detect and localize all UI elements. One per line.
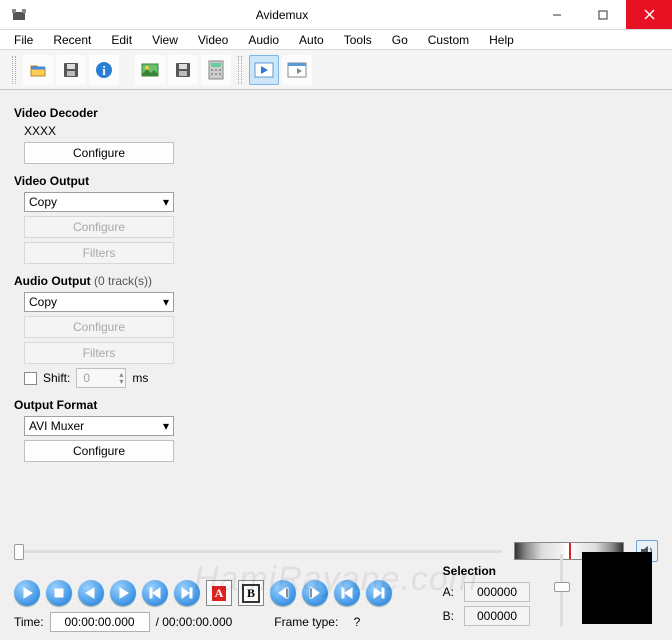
- shift-checkbox[interactable]: [24, 372, 37, 385]
- output-format-title: Output Format: [14, 398, 183, 412]
- frametype-label: Frame type:: [274, 615, 338, 629]
- decoder-configure-button[interactable]: Configure: [24, 142, 174, 164]
- selection-title: Selection: [443, 564, 530, 578]
- menu-video[interactable]: Video: [190, 31, 236, 49]
- save-icon[interactable]: [56, 55, 86, 85]
- video-decoder-title: Video Decoder: [14, 106, 183, 120]
- go-start-button[interactable]: [334, 580, 360, 606]
- chevron-down-icon: ▾: [163, 419, 169, 433]
- window-title: Avidemux: [30, 8, 534, 22]
- audio-output-label: Audio Output: [14, 274, 91, 288]
- selection-b-value: 000000: [464, 606, 530, 626]
- open-file-icon[interactable]: [23, 55, 53, 85]
- video-configure-button: Configure: [24, 216, 174, 238]
- toolbar-grip[interactable]: [12, 56, 16, 84]
- prev-black-button[interactable]: [270, 580, 296, 606]
- output-format-value: AVI Muxer: [29, 419, 84, 433]
- scrubber-thumb[interactable]: [14, 544, 24, 560]
- maximize-button[interactable]: [580, 0, 626, 29]
- scrubber-track[interactable]: [14, 550, 502, 553]
- menu-go[interactable]: Go: [384, 31, 416, 49]
- decoder-codec-value: XXXX: [24, 124, 183, 138]
- window-list-icon[interactable]: [282, 55, 312, 85]
- titlebar: Avidemux: [0, 0, 672, 30]
- volume-slider[interactable]: [552, 554, 570, 626]
- mark-a-button[interactable]: A: [206, 580, 232, 606]
- mark-b-button[interactable]: B: [238, 580, 264, 606]
- menu-auto[interactable]: Auto: [291, 31, 332, 49]
- menu-audio[interactable]: Audio: [240, 31, 287, 49]
- video-output-select[interactable]: Copy ▾: [24, 192, 174, 212]
- selection-a-value: 000000: [464, 582, 530, 602]
- selection-b-label: B:: [443, 609, 454, 623]
- save-alt-icon[interactable]: [168, 55, 198, 85]
- bottom-controls: A B Time: 00:00:00.000 / 00:00:00.000 Fr…: [14, 540, 658, 632]
- menu-help[interactable]: Help: [481, 31, 522, 49]
- chevron-down-icon: ▾: [163, 195, 169, 209]
- video-output-title: Video Output: [14, 174, 183, 188]
- next-black-button[interactable]: [302, 580, 328, 606]
- shift-row: Shift: 0 ▴▾ ms: [24, 368, 183, 388]
- menubar: File Recent Edit View Video Audio Auto T…: [0, 30, 672, 50]
- content-area: Video Decoder XXXX Configure Video Outpu…: [0, 90, 672, 640]
- minimize-button[interactable]: [534, 0, 580, 29]
- time-label: Time:: [14, 615, 44, 629]
- menu-tools[interactable]: Tools: [336, 31, 380, 49]
- output-format-select[interactable]: AVI Muxer ▾: [24, 416, 174, 436]
- info-icon[interactable]: i: [89, 55, 119, 85]
- video-output-value: Copy: [29, 195, 57, 209]
- picture-icon[interactable]: [135, 55, 165, 85]
- app-icon: [8, 4, 30, 26]
- frametype-value: ?: [354, 615, 361, 629]
- time-total: / 00:00:00.000: [156, 615, 233, 629]
- shift-label: Shift:: [43, 371, 70, 385]
- selection-a-label: A:: [443, 585, 454, 599]
- audio-configure-button: Configure: [24, 316, 174, 338]
- menu-custom[interactable]: Custom: [420, 31, 477, 49]
- next-frame-button[interactable]: [110, 580, 136, 606]
- spin-arrows-icon: ▴▾: [119, 371, 123, 385]
- prev-keyframe-button[interactable]: [142, 580, 168, 606]
- menu-view[interactable]: View: [144, 31, 186, 49]
- menu-recent[interactable]: Recent: [45, 31, 99, 49]
- chevron-down-icon: ▾: [163, 295, 169, 309]
- shift-value: 0: [83, 371, 90, 385]
- volume-thumb[interactable]: [554, 582, 570, 592]
- shift-spinner[interactable]: 0 ▴▾: [76, 368, 126, 388]
- play-button[interactable]: [14, 580, 40, 606]
- menu-edit[interactable]: Edit: [103, 31, 140, 49]
- stop-button[interactable]: [46, 580, 72, 606]
- go-end-button[interactable]: [366, 580, 392, 606]
- audio-tracks-count: (0 track(s)): [94, 274, 152, 288]
- svg-text:i: i: [102, 63, 106, 78]
- toolbar-grip-2[interactable]: [238, 56, 242, 84]
- next-keyframe-button[interactable]: [174, 580, 200, 606]
- selection-block: Selection A: 000000 B: 000000: [443, 564, 530, 630]
- prev-frame-button[interactable]: [78, 580, 104, 606]
- toolbar: i: [0, 50, 672, 90]
- audio-filters-button: Filters: [24, 342, 174, 364]
- time-input[interactable]: 00:00:00.000: [50, 612, 150, 632]
- play-window-icon[interactable]: [249, 55, 279, 85]
- shift-unit: ms: [132, 371, 148, 385]
- format-configure-button[interactable]: Configure: [24, 440, 174, 462]
- vu-meter: [582, 552, 652, 624]
- close-button[interactable]: [626, 0, 672, 29]
- audio-output-value: Copy: [29, 295, 57, 309]
- video-filters-button: Filters: [24, 242, 174, 264]
- audio-output-title: Audio Output (0 track(s)): [14, 274, 183, 288]
- calculator-icon[interactable]: [201, 55, 231, 85]
- menu-file[interactable]: File: [6, 31, 41, 49]
- audio-output-select[interactable]: Copy ▾: [24, 292, 174, 312]
